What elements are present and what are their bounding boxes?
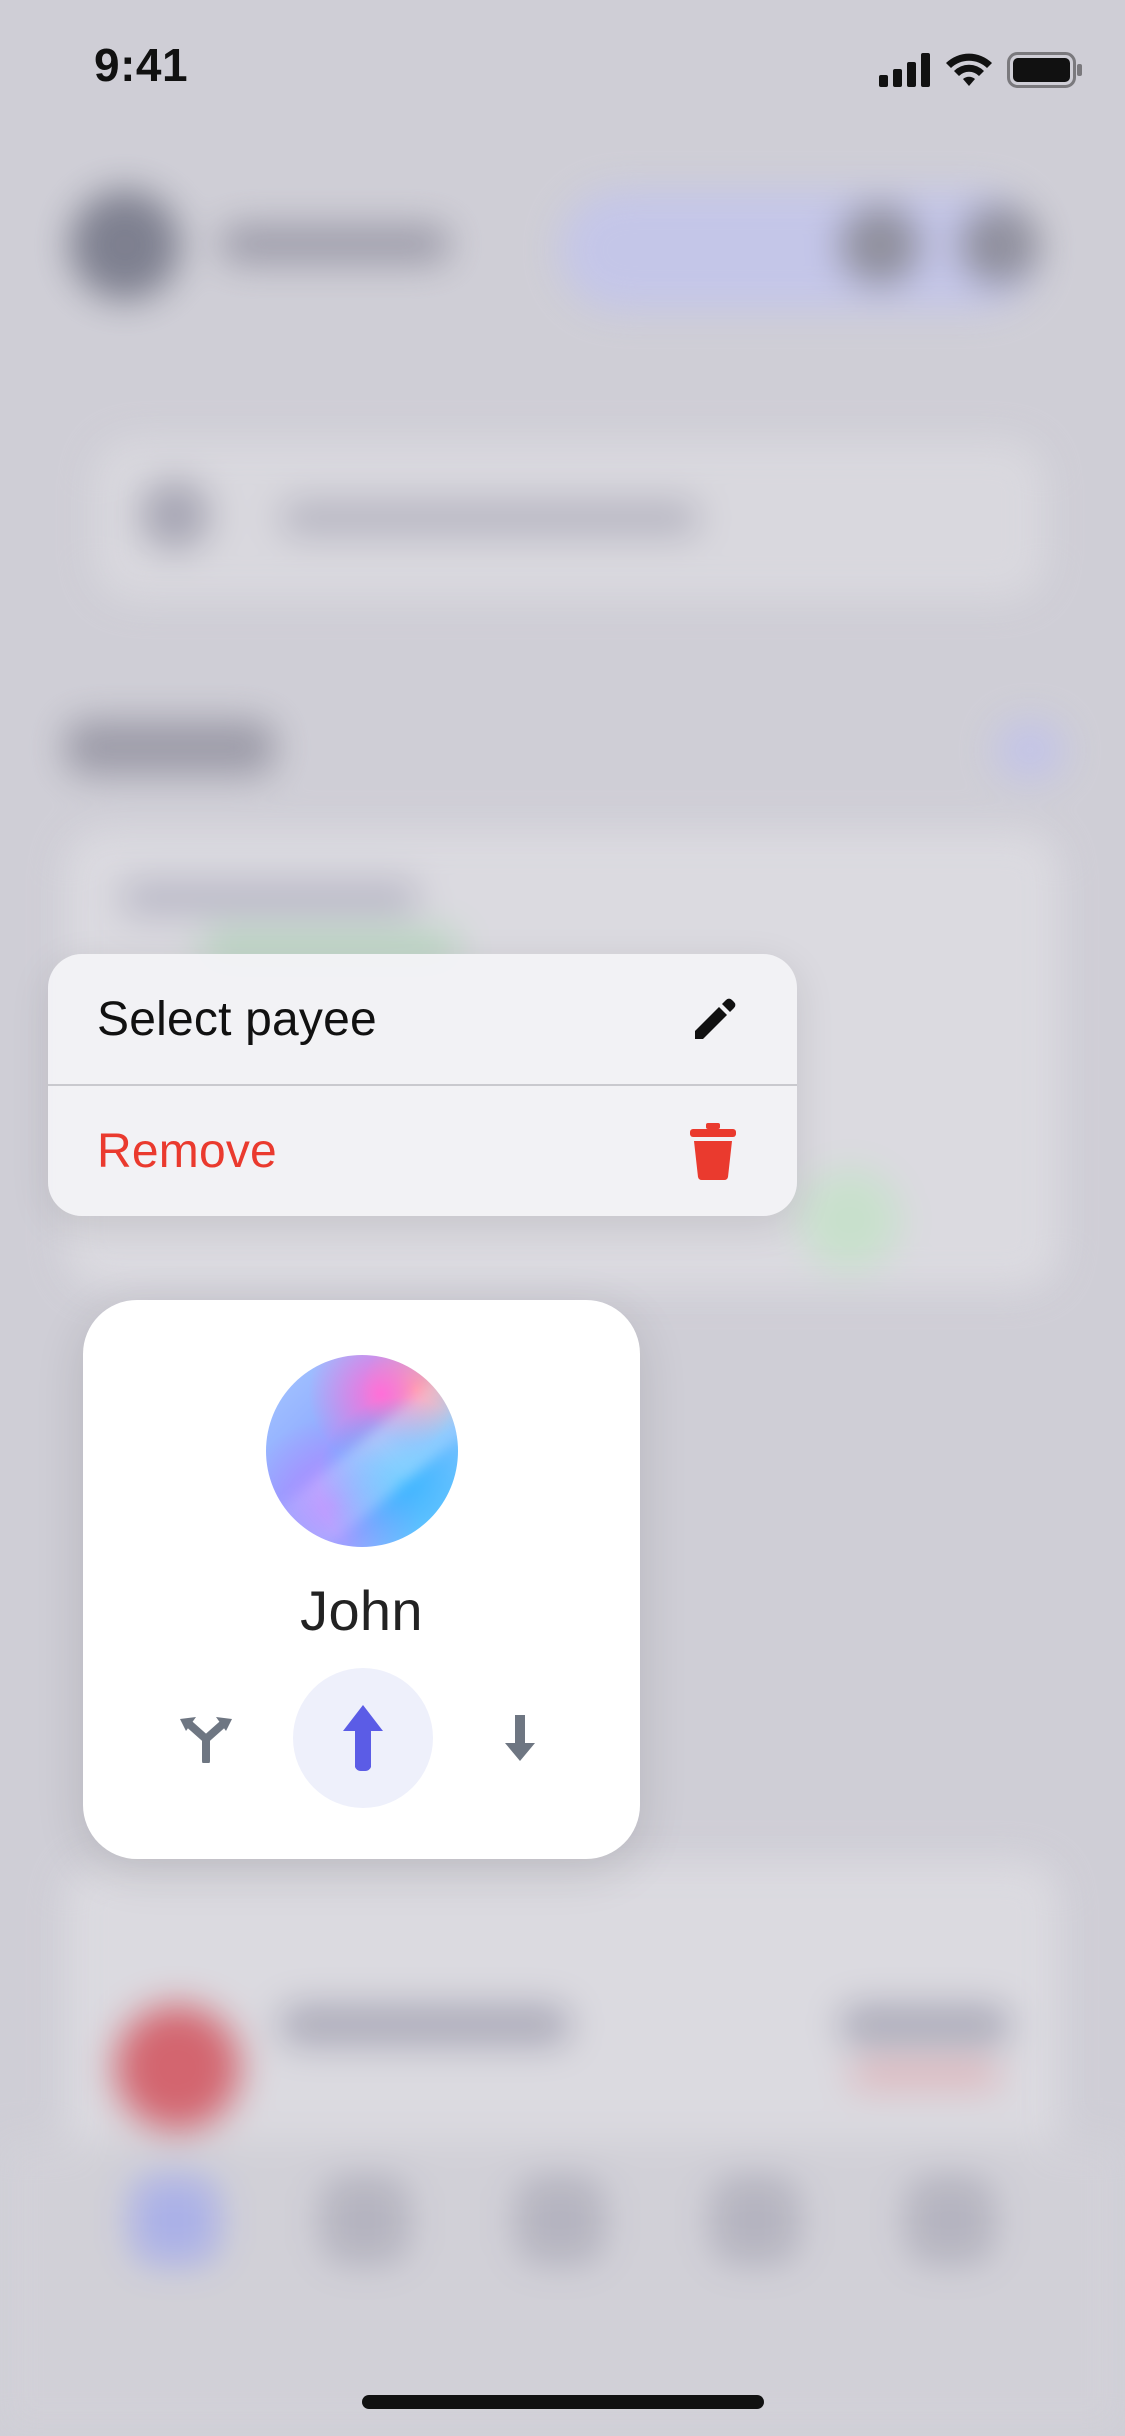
signal-icon	[879, 53, 930, 87]
avatar	[266, 1355, 458, 1547]
blurred-lower-text	[280, 2005, 570, 2045]
menu-item-label: Remove	[97, 1124, 277, 1178]
receive-button[interactable]	[450, 1668, 590, 1808]
blurred-tab-3	[515, 2175, 605, 2265]
pencil-icon	[685, 991, 741, 1047]
blurred-avatar	[70, 190, 180, 300]
blurred-tab-4	[710, 2175, 800, 2265]
blurred-section-title	[65, 720, 275, 775]
blurred-header-button-1	[840, 205, 920, 285]
blurred-search-text	[280, 500, 700, 536]
wifi-icon	[946, 53, 992, 86]
blurred-green-dot	[800, 1170, 900, 1270]
split-button[interactable]	[136, 1668, 276, 1808]
context-menu: Select payee Remove	[48, 954, 797, 1216]
home-indicator[interactable]	[362, 2395, 764, 2409]
blurred-red-line	[850, 2065, 1000, 2085]
menu-item-label: Select payee	[97, 992, 377, 1046]
screen: 9:41 Select payee Remove John	[0, 0, 1125, 2436]
contact-name: John	[300, 1579, 423, 1642]
status-time: 9:41	[94, 39, 189, 91]
status-bar: 9:41	[0, 0, 1125, 140]
blurred-tab-5	[905, 2175, 995, 2265]
status-icons	[879, 50, 1083, 90]
trash-icon	[685, 1123, 741, 1181]
blurred-section-action	[995, 720, 1065, 780]
blurred-background	[0, 0, 1125, 2436]
blurred-header-button-2	[960, 205, 1040, 285]
contact-card: John	[83, 1300, 640, 1859]
menu-item-remove[interactable]: Remove	[48, 1086, 797, 1216]
blurred-tab-2	[320, 2175, 410, 2265]
blurred-tab-1	[130, 2175, 220, 2265]
menu-item-select-payee[interactable]: Select payee	[48, 954, 797, 1084]
split-icon	[180, 1717, 232, 1763]
blurred-title	[220, 225, 450, 263]
battery-icon	[1007, 52, 1082, 88]
blurred-lower-amount	[840, 2005, 1010, 2045]
send-arrow-up-icon	[343, 1705, 383, 1772]
blurred-list-row	[120, 880, 420, 916]
blurred-red-avatar	[115, 2005, 240, 2130]
send-button[interactable]	[293, 1668, 433, 1808]
receive-arrow-down-icon	[505, 1715, 535, 1761]
action-row	[83, 1668, 640, 1808]
blurred-search-icon	[140, 480, 210, 550]
